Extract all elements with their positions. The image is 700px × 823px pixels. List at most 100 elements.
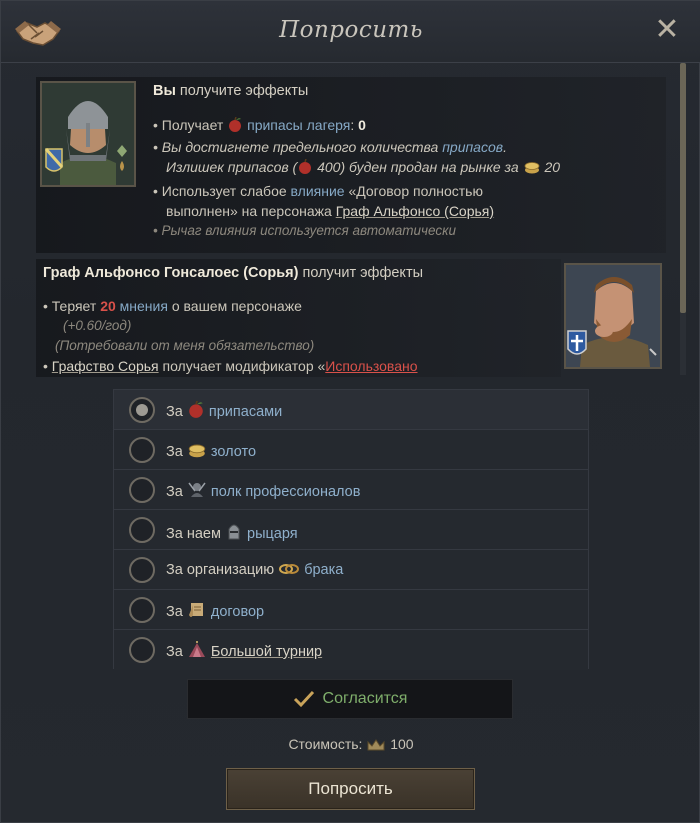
my-effect-line-target: выполнен» на персонажа Граф Альфонсо (Со… (166, 203, 494, 219)
my-effects-heading-subject: Вы (153, 83, 176, 99)
opinion-link[interactable]: мнения (116, 298, 168, 314)
text: • Использует слабое (153, 183, 291, 199)
text: За организацию (166, 562, 279, 578)
text: о вашем персонаже (167, 298, 302, 314)
apple-icon (229, 117, 242, 132)
option-text: полк профессионалов (210, 484, 361, 500)
my-effect-line-limit: • Вы достигнете предельного количества п… (153, 139, 507, 155)
option-text: договор (210, 604, 265, 620)
text: . (503, 139, 507, 155)
option-marriage[interactable]: За организацию брака (114, 550, 588, 590)
option-text: рыцаря (247, 526, 298, 542)
cost-value: 100 (390, 736, 414, 752)
text: • Теряет (43, 298, 101, 314)
text: получит эффекты (298, 265, 424, 281)
option-label: За Большой турнир (166, 641, 322, 660)
text: За (166, 444, 187, 460)
option-label: За полк профессионалов (166, 481, 360, 500)
knight-helmet-icon (228, 524, 240, 540)
option-text: припасами (208, 404, 283, 420)
text: За (166, 604, 187, 620)
count-alfonso-link[interactable]: Граф Альфонсо (Сорья) (336, 203, 494, 219)
soldiers-icon (188, 482, 206, 497)
radio-button[interactable] (129, 637, 155, 663)
count-name[interactable]: Граф Альфонсо Гонсалоес (Сорья) (43, 265, 298, 281)
option-gold[interactable]: За золото (114, 430, 588, 470)
count-effect-reason: (Потребовали от меня обязательство) (55, 338, 315, 353)
gold-icon (188, 444, 206, 458)
text: • (43, 358, 52, 374)
cost-row: Стоимость: 100 (1, 736, 700, 752)
text: • Вы достигнете предельного количества (153, 139, 443, 155)
agree-status: Согласится (187, 679, 513, 719)
count-portrait-image (566, 265, 660, 367)
text: • Получает (153, 117, 228, 133)
radio-button[interactable] (129, 597, 155, 623)
player-portrait-image (42, 83, 134, 185)
text: За (166, 484, 187, 500)
used-modifier-link[interactable]: Использовано (325, 358, 417, 374)
options-list: За припасами За золото За полк профессио… (113, 389, 589, 670)
tournament-icon (188, 641, 205, 657)
supplies-value: 0 (358, 117, 366, 133)
option-label: За припасами (166, 401, 282, 420)
window-title: Попросить (279, 17, 423, 43)
option-text: золото (210, 444, 257, 460)
option-label: За договор (166, 601, 264, 620)
player-portrait[interactable] (40, 81, 136, 187)
count-effects-heading: Граф Альфонсо Гонсалоес (Сорья) получит … (43, 265, 423, 281)
tournament-link[interactable]: Большой турнир (211, 644, 322, 660)
count-portrait[interactable] (564, 263, 662, 369)
cost-label: Стоимость: (288, 736, 363, 752)
option-label: За организацию брака (166, 561, 343, 578)
scroll-thumb[interactable] (680, 63, 686, 313)
gold-value: 20 (544, 159, 561, 175)
rings-icon (279, 564, 300, 574)
text: : (350, 117, 359, 133)
option-tournament[interactable]: За Большой турнир (114, 630, 588, 670)
option-label: За наем рыцаря (166, 521, 298, 542)
text: получает модификатор « (158, 358, 326, 374)
scrollbar[interactable] (680, 63, 686, 375)
my-effects-heading: Вы получите эффекты (153, 83, 308, 99)
apple-icon (189, 401, 203, 418)
surplus-amount: 400 (317, 159, 341, 175)
count-effect-line-opinion: • Теряет 20 мнения о вашем персонаже (43, 298, 302, 314)
option-treaty[interactable]: За договор (114, 590, 588, 630)
supplies-link[interactable]: припасов (442, 139, 503, 155)
my-effects-heading-text: получите эффекты (175, 83, 309, 99)
text: «Договор полностью (344, 183, 483, 199)
influence-link[interactable]: влияние (291, 183, 345, 199)
count-effect-line-modifier: • Графство Сорья получает модификатор «И… (43, 358, 418, 374)
county-soria-link[interactable]: Графство Сорья (52, 358, 159, 374)
agree-label: Согласится (322, 690, 408, 707)
text: ) буден продан на рынке за (340, 159, 523, 175)
count-effect-rate: (+0.60/год) (63, 318, 132, 333)
checkmark-icon (293, 690, 314, 708)
text: За (166, 404, 187, 420)
gold-icon (524, 162, 539, 174)
opinion-loss-value: 20 (100, 298, 116, 314)
camp-supplies-link[interactable]: припасы лагеря (247, 117, 350, 133)
close-icon[interactable]: ✕ (653, 15, 681, 45)
apple-icon (299, 159, 312, 174)
option-supplies[interactable]: За припасами (114, 390, 588, 430)
radio-button[interactable] (129, 397, 155, 423)
option-label: За золото (166, 441, 256, 460)
radio-button[interactable] (129, 517, 155, 543)
text: За наем (166, 526, 225, 542)
my-effect-line-auto: • Рычаг влияния используется автоматичес… (153, 223, 456, 238)
my-effect-line-influence: • Использует слабое влияние «Договор пол… (153, 183, 483, 199)
text: выполнен» на персонажа (166, 203, 336, 219)
my-effect-line-surplus: Излишек припасов ( 400) буден продан на … (166, 159, 560, 175)
option-regiment[interactable]: За полк профессионалов (114, 470, 588, 510)
text: За (166, 644, 187, 660)
radio-button[interactable] (129, 477, 155, 503)
option-knight[interactable]: За наем рыцаря (114, 510, 588, 550)
petition-window: Попросить ✕ Вы получите эффекты • Получа… (0, 0, 700, 823)
radio-button[interactable] (129, 557, 155, 583)
scroll-icon (188, 603, 203, 617)
ask-button[interactable]: Попросить (226, 768, 475, 810)
window-header: Попросить ✕ (1, 1, 700, 63)
radio-button[interactable] (129, 437, 155, 463)
